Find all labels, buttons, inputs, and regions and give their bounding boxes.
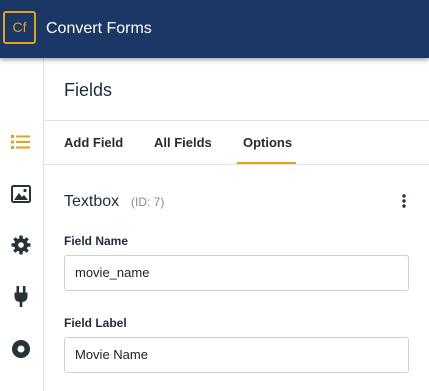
field-id: (ID: 7) (131, 195, 165, 209)
field-name-input[interactable]: movie_name (64, 255, 409, 291)
field-name-label: Field Name (64, 234, 129, 248)
gear-icon[interactable] (10, 234, 32, 256)
image-icon[interactable] (10, 183, 32, 205)
list-icon[interactable] (10, 131, 32, 153)
fields-panel: Fields Add Field All Fields Options Text… (44, 58, 429, 391)
field-label-label: Field Label (64, 316, 127, 330)
tab-add-field[interactable]: Add Field (64, 135, 123, 151)
field-type-title: Textbox (64, 193, 120, 210)
circle-icon[interactable] (10, 338, 32, 360)
top-bar: Cf Convert Forms (0, 0, 429, 58)
divider (44, 120, 429, 121)
field-label-input[interactable]: Movie Name (64, 337, 409, 373)
panel-title: Fields (64, 80, 113, 100)
app-title: Convert Forms (46, 20, 152, 37)
tab-all-fields[interactable]: All Fields (154, 135, 212, 151)
app-logo[interactable]: Cf (3, 11, 36, 44)
more-options-icon[interactable] (396, 192, 412, 210)
tab-options[interactable]: Options (243, 135, 292, 151)
divider (44, 164, 429, 165)
plug-icon[interactable] (10, 286, 32, 308)
sidebar (0, 58, 44, 391)
